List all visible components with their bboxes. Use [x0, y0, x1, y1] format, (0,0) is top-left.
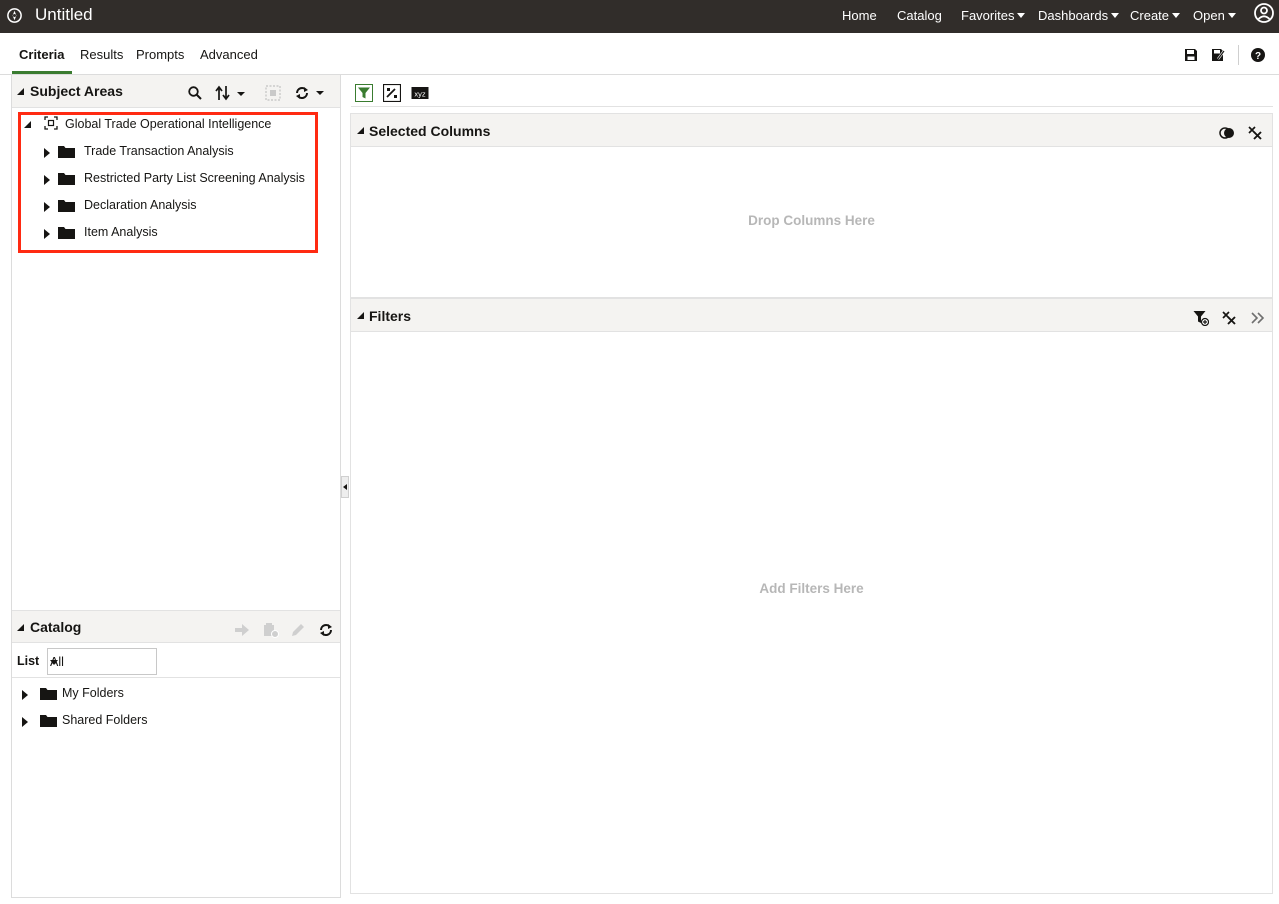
editor-tabs: Criteria Results Prompts Advanced: [0, 33, 1279, 75]
panel-splitter[interactable]: [341, 476, 349, 498]
catalog-list-select[interactable]: All: [47, 648, 157, 675]
chevron-down-icon: [1172, 13, 1181, 18]
xyz-icon[interactable]: xyz: [411, 84, 429, 102]
column-formula-icon[interactable]: [382, 83, 402, 103]
tab-advanced[interactable]: Advanced: [200, 47, 258, 62]
chevron-down-icon: [1227, 13, 1236, 18]
collapse-triangle-icon[interactable]: [17, 88, 24, 95]
collapse-triangle-icon[interactable]: [357, 127, 364, 134]
collapse-triangle-icon[interactable]: [17, 624, 24, 631]
chevron-down-icon: [50, 660, 58, 665]
filters-header: Filters: [351, 299, 1272, 332]
expand-triangle-icon[interactable]: [22, 717, 28, 727]
folder-icon: [40, 687, 57, 700]
nav-dashboards[interactable]: Dashboards: [1038, 8, 1120, 23]
catalog-header: Catalog: [12, 610, 340, 643]
catalog-list-row: List All: [12, 645, 340, 678]
remove-all-icon[interactable]: [1221, 310, 1237, 326]
open-arrow-icon[interactable]: [234, 622, 250, 638]
filters-panel: Filters Add Filters Here: [350, 298, 1273, 894]
collapse-left-icon: [343, 484, 347, 490]
search-icon[interactable]: [187, 85, 203, 101]
add-subject-area-icon[interactable]: [265, 85, 281, 101]
tab-results[interactable]: Results: [80, 47, 123, 62]
app-logo-icon[interactable]: [6, 7, 23, 24]
catalog-item-label: Shared Folders: [62, 713, 148, 727]
add-filter-icon[interactable]: [1193, 310, 1210, 327]
nav-home-label: Home: [842, 8, 877, 23]
nav-home[interactable]: Home: [842, 8, 877, 23]
toolbar-separator: [1238, 45, 1239, 65]
svg-text:xyz: xyz: [414, 89, 426, 98]
sort-icon[interactable]: [214, 85, 250, 101]
catalog-title: Catalog: [30, 619, 82, 635]
subject-areas-header: Subject Areas: [12, 75, 340, 108]
add-filters-placeholder[interactable]: Add Filters Here: [351, 581, 1272, 596]
refresh-icon[interactable]: [294, 85, 328, 101]
highlight-annotation-box: [18, 112, 318, 253]
tab-prompts[interactable]: Prompts: [136, 47, 184, 62]
folder-icon: [40, 714, 57, 727]
nav-favorites[interactable]: Favorites: [961, 8, 1026, 23]
expand-right-icon[interactable]: [1250, 310, 1266, 326]
toolbar-divider: [351, 106, 1273, 107]
toggle-icon[interactable]: [1219, 125, 1235, 141]
catalog-item-shared-folders[interactable]: Shared Folders: [22, 712, 222, 732]
drop-columns-placeholder[interactable]: Drop Columns Here: [351, 213, 1272, 228]
chevron-down-icon: [1017, 13, 1026, 18]
chevron-down-icon: [1111, 13, 1120, 18]
nav-favorites-label: Favorites: [961, 8, 1015, 23]
top-bar: Untitled Home Catalog Favorites Dashboar…: [0, 0, 1279, 33]
save-icon[interactable]: [1183, 47, 1199, 63]
catalog-item-label: My Folders: [62, 686, 124, 700]
refresh-icon[interactable]: [318, 622, 334, 638]
page-title: Untitled: [35, 5, 93, 24]
nav-catalog-label: Catalog: [897, 8, 942, 23]
nav-catalog[interactable]: Catalog: [897, 8, 942, 23]
list-label: List: [17, 654, 40, 668]
user-circle-icon[interactable]: [1253, 2, 1275, 24]
selected-columns-title: Selected Columns: [369, 123, 491, 139]
filters-title: Filters: [369, 308, 412, 324]
selected-columns-header: Selected Columns: [351, 114, 1272, 147]
nav-create-label: Create: [1130, 8, 1170, 23]
tab-criteria[interactable]: Criteria: [19, 47, 65, 62]
svg-text:?: ?: [1255, 51, 1261, 62]
nav-create[interactable]: Create: [1130, 8, 1181, 23]
subject-areas-title: Subject Areas: [30, 83, 123, 99]
filter-icon[interactable]: [355, 84, 373, 102]
save-as-icon[interactable]: [1210, 47, 1226, 63]
collapse-triangle-icon[interactable]: [357, 312, 364, 319]
catalog-item-my-folders[interactable]: My Folders: [22, 685, 222, 705]
remove-all-icon[interactable]: [1247, 125, 1263, 141]
nav-open[interactable]: Open: [1193, 8, 1236, 23]
selected-columns-panel: Selected Columns Drop Columns Here: [350, 113, 1273, 298]
nav-open-label: Open: [1193, 8, 1225, 23]
edit-icon[interactable]: [290, 622, 306, 638]
properties-icon[interactable]: [263, 622, 279, 638]
expand-triangle-icon[interactable]: [22, 690, 28, 700]
nav-dashboards-label: Dashboards: [1038, 8, 1109, 23]
help-icon[interactable]: ?: [1250, 47, 1266, 63]
